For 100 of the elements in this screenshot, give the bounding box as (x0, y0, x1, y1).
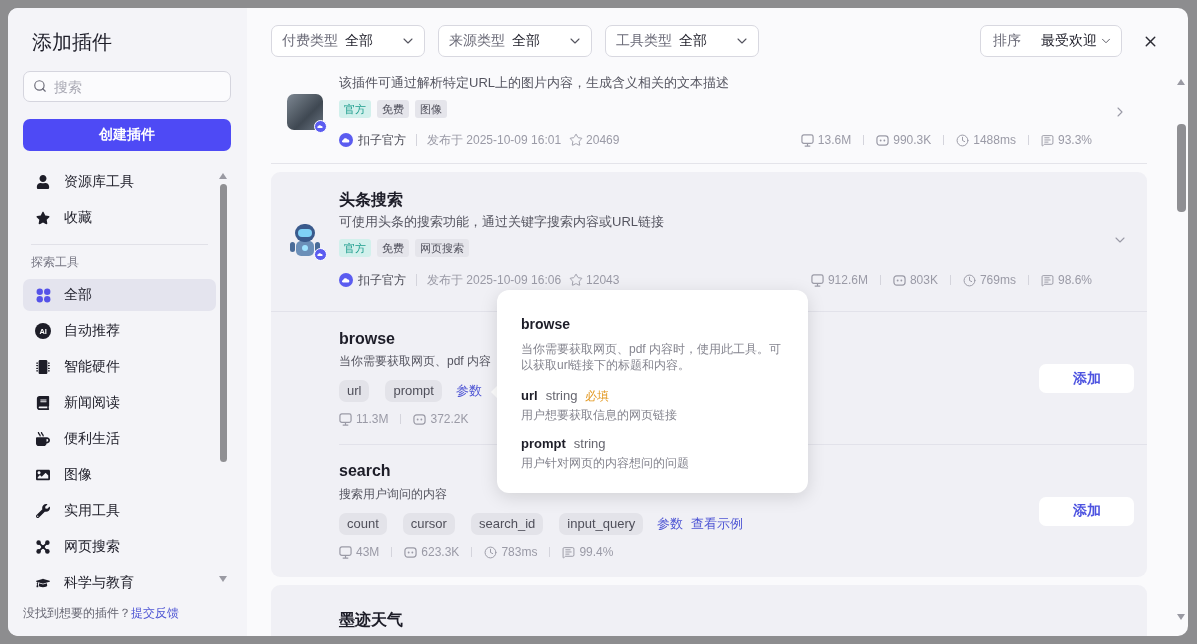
tag: 官方 (339, 239, 371, 257)
filter-dropdown[interactable]: 来源类型 全部 (438, 25, 592, 57)
param-description: 用户针对网页的内容想问的问题 (521, 455, 690, 471)
tag: 免费 (377, 239, 409, 257)
bot-face-icon (404, 545, 418, 559)
publish-date: 发布于 2025-10-09 16:01 (427, 131, 562, 149)
sidebar-item[interactable]: 便利生活 (23, 423, 216, 455)
filter-dropdown[interactable]: 工具类型 全部 (605, 25, 759, 57)
tag: 网页搜索 (415, 239, 469, 257)
photo-placeholder (287, 94, 323, 130)
scroll-up-arrow-icon[interactable] (1177, 79, 1185, 85)
tool-name: search (339, 461, 391, 481)
section-label: 探索工具 (31, 254, 79, 271)
plugin-description: 该插件可通过解析特定URL上的图片内容，生成含义相关的文本描述 (339, 74, 729, 92)
create-plugin-button[interactable]: 创建插件 (23, 119, 231, 151)
monitor-icon (339, 412, 352, 426)
param-chip: prompt (385, 380, 442, 402)
tool-description: 当你需要获取网页、pdf 内容 (339, 353, 491, 370)
param-name: url (521, 387, 538, 405)
sidebar-item[interactable]: 科学与教育 (23, 567, 216, 599)
param-chip: count (339, 513, 387, 535)
image-icon (36, 468, 50, 482)
plugin-description: 可使用头条的搜索功能，通过关键字搜索内容或URL链接 (339, 213, 664, 231)
stat-value: 93.3% (1057, 133, 1092, 147)
graduation-cap-icon (36, 576, 50, 590)
star-icon (36, 211, 50, 225)
scroll-down-arrow-icon[interactable] (1177, 614, 1185, 620)
sidebar-item[interactable]: 实用工具 (23, 495, 216, 527)
plugin-card[interactable]: 墨迹天气 (271, 585, 1147, 636)
wrench-icon (36, 504, 50, 518)
stat-value: 803K (909, 273, 938, 287)
param-chip: url (339, 380, 370, 402)
tool-link[interactable]: 参数 (455, 382, 482, 400)
tooltip-title: browse (521, 315, 570, 334)
sidebar-item[interactable]: 新闻阅读 (23, 387, 216, 419)
param-description: 用户想要获取信息的网页链接 (521, 407, 678, 423)
tooltip-description: 当你需要获取网页、pdf 内容时，使用此工具。可以获取url链接下的标题和内容。 (521, 341, 782, 373)
feedback-link[interactable]: 提交反馈 (131, 606, 179, 620)
footer-note: 没找到想要的插件？提交反馈 (23, 605, 179, 622)
stat-value: 623.3K (421, 545, 460, 559)
scroll-up-arrow-icon[interactable] (219, 173, 227, 179)
search-icon (33, 79, 47, 93)
network-icon (36, 540, 50, 554)
tool-link[interactable]: 查看示例 (691, 515, 744, 533)
message-icon (1040, 133, 1054, 147)
add-button[interactable]: 添加 (1039, 364, 1134, 393)
grid-icon (35, 287, 51, 303)
user-icon (36, 175, 50, 189)
sidebar-item[interactable]: 资源库工具 (23, 166, 216, 198)
stat-value: 912.6M (827, 273, 868, 287)
stat-value: 13.6M (817, 133, 852, 147)
sidebar-item[interactable]: 图像 (23, 459, 216, 491)
stat-value: 43M (356, 545, 380, 559)
bot-face-icon (892, 273, 906, 287)
tool-link[interactable]: 参数 (657, 515, 684, 533)
param-type: string (573, 435, 606, 453)
book-icon (36, 396, 50, 410)
publisher-name: 扣子官方 (358, 131, 406, 149)
param-chip: search_id (470, 513, 544, 535)
sidebar-item[interactable]: 全部 (23, 279, 216, 311)
filter-dropdown[interactable]: 付费类型 全部 (271, 25, 425, 57)
param-type: string (545, 387, 578, 405)
message-icon (562, 545, 576, 559)
sort-dropdown[interactable]: 排序 最受欢迎 (980, 25, 1122, 57)
stat-value: 1488ms (973, 133, 1016, 147)
bot-face-icon (876, 133, 890, 147)
sidebar-item[interactable]: 智能硬件 (23, 351, 216, 383)
stat-value: 990.3K (893, 133, 932, 147)
param-chip: input_query (559, 513, 644, 535)
clock-icon (484, 545, 498, 559)
tag: 免费 (377, 100, 409, 118)
scrollbar-thumb[interactable] (219, 184, 227, 462)
chip-icon (36, 360, 50, 374)
clock-icon (956, 133, 970, 147)
search-field[interactable]: 搜索 (23, 71, 231, 102)
sidebar-item[interactable]: 收藏 (23, 202, 216, 234)
robot-icon (287, 221, 323, 258)
stat-value: 769ms (979, 273, 1016, 287)
add-button[interactable]: 添加 (1039, 496, 1134, 526)
monitor-icon (800, 133, 814, 147)
monitor-icon (339, 545, 352, 559)
scrollbar-thumb[interactable] (1176, 124, 1186, 212)
scroll-down-arrow-icon[interactable] (219, 576, 227, 582)
stat-value: 372.2K (430, 412, 469, 426)
plugin-card[interactable]: 该插件可通过解析特定URL上的图片内容，生成含义相关的文本描述 官方 免费 图像 扣子官方 发布于 2025-10-09 16:01 20469 13.6M 990.3K 1488ms 93.3% (271, 68, 1147, 164)
required-label: 必填 (585, 388, 610, 405)
sidebar-item[interactable]: 网页搜索 (23, 531, 216, 563)
logo-icon (339, 133, 353, 147)
stat-value: 99.4% (579, 545, 614, 559)
star-icon (569, 273, 584, 287)
stat-value: 783ms (501, 545, 538, 559)
plugin-title: 头条搜索 (339, 190, 403, 210)
stat-value: 11.3M (356, 412, 389, 426)
badge-icon (314, 247, 327, 261)
dialog-title: 添加插件 (32, 30, 112, 55)
plugin-title: 墨迹天气 (339, 610, 403, 630)
param-name: prompt (521, 435, 566, 453)
tag: 官方 (339, 100, 371, 118)
clock-icon (962, 273, 976, 287)
tool-name: browse (339, 329, 395, 349)
